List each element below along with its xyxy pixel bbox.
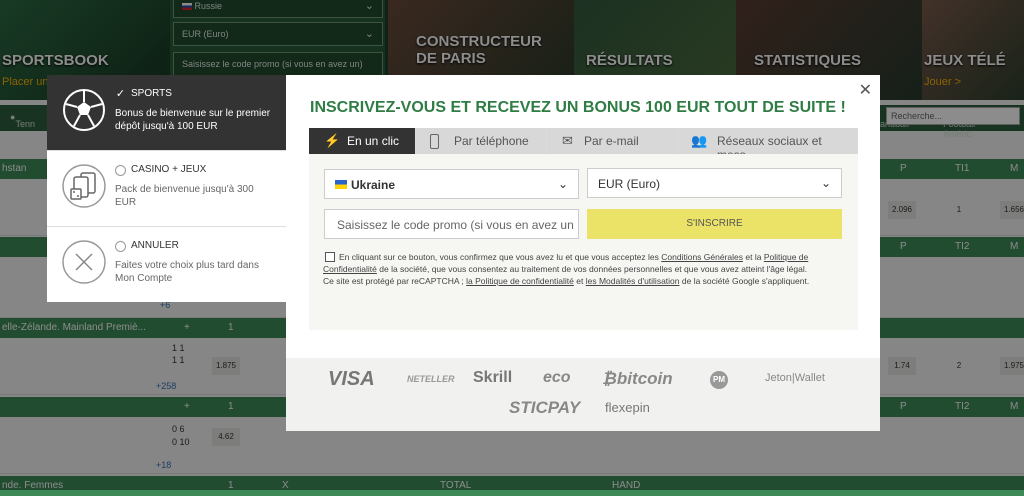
legal-text: En cliquant sur ce bouton, vous confirme…: [323, 251, 853, 287]
bonus-option-cancel-desc: Faites votre choix plus tard dans Mon Co…: [115, 260, 259, 284]
football-icon: [63, 89, 105, 131]
bonus-option-sports-desc: Bonus de bienvenue sur le premier dépôt …: [115, 108, 271, 132]
cancel-x-icon: [62, 240, 106, 284]
chevron-down-icon: ⌄: [820, 176, 831, 190]
tab-one-click-label: En un clic: [347, 134, 400, 148]
phone-icon: [430, 134, 439, 149]
legal-and: et la: [745, 252, 762, 262]
envelope-icon: ✉: [562, 133, 573, 148]
promo-code-placeholder: Saisissez le code promo (si vous en avez…: [337, 218, 574, 232]
tab-email-label: Par e-mail: [584, 134, 639, 148]
perfect-money-logo: PM: [710, 371, 728, 389]
bonus-choice-panel: ✓ SPORTS Bonus de bienvenue sur le premi…: [47, 75, 287, 302]
jeton-wallet-logo: Jeton|Wallet: [765, 372, 825, 384]
tab-email[interactable]: ✉ Par e-mail: [547, 128, 678, 154]
bonus-option-casino-title: CASINO + JEUX: [131, 164, 207, 175]
eco-logo: eco: [543, 369, 571, 386]
modal-title: INSCRIVEZ-VOUS ET RECEVEZ UN BONUS 100 E…: [310, 99, 846, 116]
lightning-icon: ⚡: [324, 133, 341, 148]
users-icon: 👥: [691, 133, 708, 148]
currency-value: EUR (Euro): [598, 177, 661, 191]
bitcoin-label: bitcoin: [616, 369, 673, 388]
legal-text-4: de la société Google s'appliquent.: [681, 276, 810, 286]
legal-text-3: Ce site est protégé par reCAPTCHA ;: [323, 276, 464, 286]
registration-tabs: ⚡ En un clic Par téléphone ✉ Par e-mail …: [309, 128, 858, 162]
legal-et: et: [576, 276, 584, 286]
bonus-option-casino-desc: Pack de bienvenue jusqu'à 300 EUR: [115, 184, 254, 208]
bonus-option-sports[interactable]: ✓ SPORTS Bonus de bienvenue sur le premi…: [47, 75, 287, 151]
visa-logo: VISA: [328, 368, 375, 390]
bonus-option-cancel-title: ANNULER: [131, 240, 179, 251]
promo-code-input[interactable]: Saisissez le code promo (si vous en avez…: [324, 209, 579, 239]
legal-text-2: de la société, que vous consentez au tra…: [379, 264, 808, 274]
chevron-down-icon: ⌄: [557, 177, 568, 191]
tab-one-click[interactable]: ⚡ En un clic: [309, 128, 415, 154]
google-privacy-link[interactable]: la Politique de confidentialité: [466, 276, 574, 286]
skrill-logo: Skrill: [473, 369, 513, 386]
google-terms-link[interactable]: les Modalités d'utilisation: [586, 276, 680, 286]
legal-text-1: En cliquant sur ce bouton, vous confirme…: [339, 252, 659, 262]
bonus-option-sports-title: SPORTS: [131, 88, 172, 99]
flexepin-logo: flexepin: [605, 400, 650, 415]
registration-modal: ✕ INSCRIVEZ-VOUS ET RECEVEZ UN BONUS 100…: [286, 75, 880, 431]
radio-icon: [115, 241, 126, 252]
tab-phone-label: Par téléphone: [454, 134, 529, 148]
registration-form: Ukraine ⌄ EUR (Euro) ⌄ Saisissez le code…: [309, 154, 858, 330]
country-select[interactable]: Ukraine ⌄: [324, 169, 579, 199]
bonus-option-cancel[interactable]: ANNULER Faites votre choix plus tard dan…: [47, 227, 287, 303]
close-icon[interactable]: ✕: [859, 80, 872, 100]
country-value: Ukraine: [351, 178, 396, 192]
register-button[interactable]: S'INSCRIRE: [587, 209, 842, 239]
ukraine-flag-icon: [335, 180, 347, 189]
bitcoin-logo: ₿bitcoin: [602, 369, 673, 388]
neteller-logo: NETELLER: [407, 374, 455, 384]
radio-icon: [115, 165, 126, 176]
terms-link[interactable]: Conditions Générales: [661, 252, 743, 262]
tab-phone[interactable]: Par téléphone: [416, 128, 546, 154]
currency-select[interactable]: EUR (Euro) ⌄: [587, 168, 842, 198]
cards-dice-icon: [62, 164, 106, 208]
sticpay-logo: STICPAY: [509, 398, 581, 417]
bonus-option-casino[interactable]: CASINO + JEUX Pack de bienvenue jusqu'à …: [47, 151, 287, 227]
payment-methods: VISA NETELLER Skrill eco ₿bitcoin PM Jet…: [286, 358, 880, 431]
tab-social[interactable]: 👥 Réseaux sociaux et mess...: [679, 128, 858, 162]
checked-icon: ✓: [115, 88, 126, 100]
